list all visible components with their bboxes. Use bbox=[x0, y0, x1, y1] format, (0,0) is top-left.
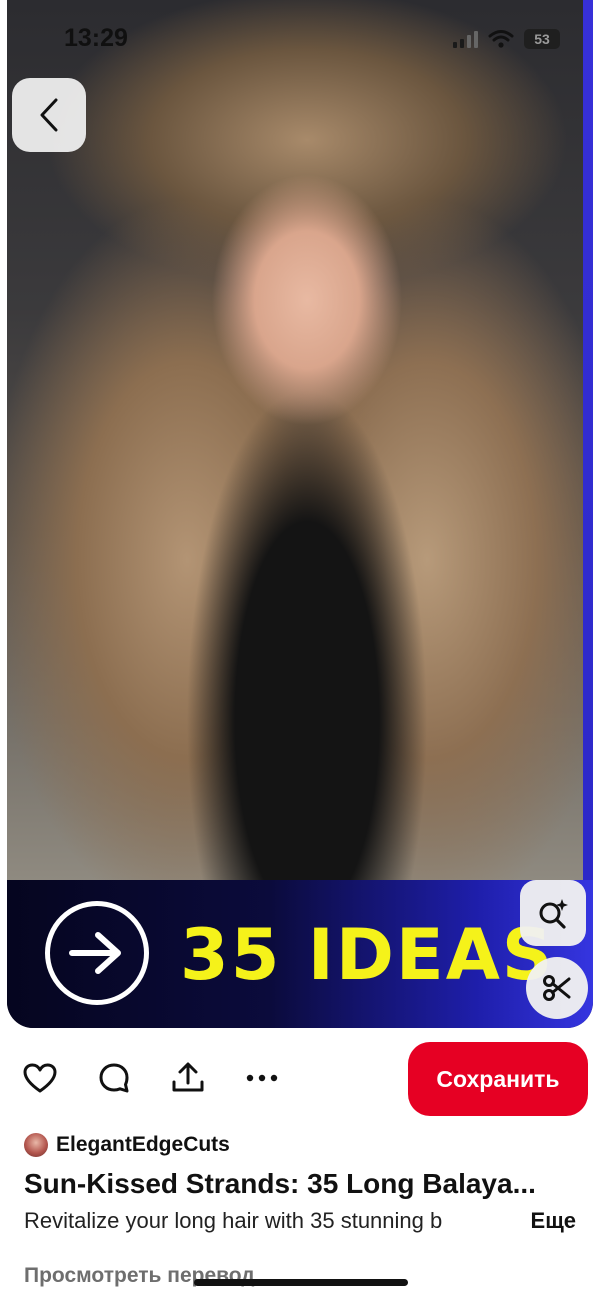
home-indicator[interactable] bbox=[194, 1279, 408, 1286]
description-row: Revitalize your long hair with 35 stunni… bbox=[24, 1208, 576, 1238]
pin-description: Revitalize your long hair with 35 stunni… bbox=[24, 1208, 443, 1233]
cellular-signal-icon bbox=[453, 30, 478, 48]
more-link[interactable]: Еще bbox=[531, 1208, 576, 1234]
pin-detail-screen: 35 IDEAS 13:29 53 Сохранить ElegantEdgeC… bbox=[0, 0, 600, 1297]
heart-icon[interactable] bbox=[20, 1058, 60, 1098]
visual-search-button[interactable] bbox=[520, 880, 586, 946]
pin-card[interactable]: 35 IDEAS bbox=[7, 0, 593, 1028]
chevron-left-icon bbox=[40, 98, 58, 132]
cutout-button[interactable] bbox=[526, 957, 588, 1019]
lens-sparkle-icon bbox=[539, 899, 568, 929]
pin-image[interactable] bbox=[7, 0, 593, 880]
more-dots-icon[interactable] bbox=[242, 1058, 282, 1098]
battery-icon: 53 bbox=[524, 29, 560, 49]
status-icons: 53 bbox=[453, 28, 560, 50]
share-icon[interactable] bbox=[168, 1058, 208, 1098]
author-row[interactable]: ElegantEdgeCuts bbox=[24, 1131, 230, 1159]
pin-title: Sun-Kissed Strands: 35 Long Balaya... bbox=[24, 1168, 536, 1199]
scissors-icon bbox=[543, 975, 571, 1001]
comment-icon[interactable] bbox=[94, 1058, 134, 1098]
pin-banner: 35 IDEAS bbox=[7, 880, 593, 1028]
back-button[interactable] bbox=[12, 78, 86, 152]
author-name[interactable]: ElegantEdgeCuts bbox=[56, 1133, 230, 1157]
action-bar: Сохранить bbox=[0, 1040, 600, 1116]
save-button[interactable]: Сохранить bbox=[408, 1042, 588, 1116]
wifi-icon bbox=[488, 30, 514, 48]
image-edge bbox=[583, 0, 593, 880]
banner-text: 35 IDEAS bbox=[180, 914, 555, 996]
avatar[interactable] bbox=[24, 1133, 48, 1157]
status-bar: 13:29 53 bbox=[0, 0, 600, 72]
status-time: 13:29 bbox=[64, 24, 128, 52]
arrow-right-circle-icon bbox=[45, 901, 149, 1005]
